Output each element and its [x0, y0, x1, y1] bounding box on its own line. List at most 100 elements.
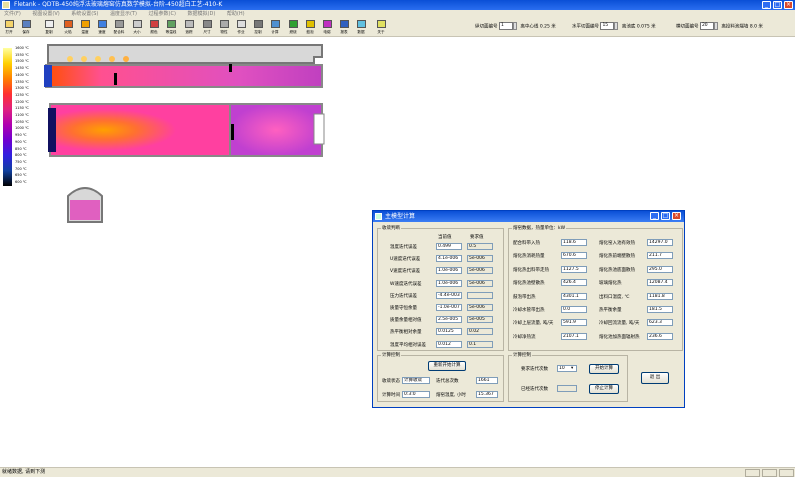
heat-right-value: 236.6	[647, 332, 673, 340]
required-iterations-select[interactable]: 10	[557, 365, 577, 372]
toolbar-property-button[interactable]: 物性	[217, 20, 231, 36]
exit-button[interactable]: 退 出	[641, 372, 669, 384]
toolbar-color-button[interactable]: 颜色	[147, 20, 161, 36]
chevron-down-icon[interactable]: ▾	[571, 366, 573, 371]
convergence-target-value: 5e-006	[467, 279, 493, 287]
toolbar-electric-button[interactable]: 电熔	[320, 20, 334, 36]
toolbar-about-button[interactable]: 关于	[374, 20, 388, 36]
toolbar-job-button[interactable]: 作业	[234, 20, 248, 36]
control-group-label: 计算控制	[512, 352, 532, 358]
toolbar-trace-button[interactable]: 追踪	[182, 20, 196, 36]
toolbar-bubbling-button[interactable]: 鼓泡	[303, 20, 317, 36]
toolbar-temperature-button[interactable]: 温度	[78, 20, 92, 36]
convergence-current-value: 0.012	[436, 340, 462, 348]
horizontal-spin-arrows[interactable]	[614, 22, 619, 30]
menu-temperature[interactable]: 温度显示(T)	[110, 11, 137, 17]
combustion-icon	[288, 20, 298, 28]
convergence-target-value: 5e-005	[467, 316, 493, 324]
equiv-time-value: 15.367	[476, 391, 498, 398]
cross-controls: 横切面编号 20 离投料池端墙 8.0 米	[676, 22, 763, 33]
convergence-row-label: 质量守恒余量	[390, 306, 417, 311]
convergence-row-label: W速度迭代误差	[390, 281, 422, 287]
start-calc-button[interactable]: 开始计算	[589, 364, 619, 374]
legend-tick: 1550 ℃	[15, 52, 29, 57]
menu-process[interactable]: 过程参数(C)	[149, 11, 176, 17]
heat-left-label: 熔化热出料带走热	[513, 267, 549, 273]
restart-button[interactable]: 重新开始计算	[428, 361, 466, 371]
convergence-current-value: 1.0e-006	[436, 279, 462, 287]
toolbar-save-button[interactable]: 保存	[19, 20, 33, 36]
heat-right-label: 熔化窑入池有效热	[599, 241, 635, 246]
about-icon	[376, 20, 386, 28]
done-iterations-value	[557, 385, 577, 392]
heat-left-value: 1127.5	[561, 265, 587, 273]
window-title-bar: Fletank - QDTB-450纯浮法玻璃熔窑仿真数学模拟-台阶-450超白…	[0, 0, 795, 10]
menu-help[interactable]: 帮助(H)	[227, 11, 245, 17]
dialog-close-button[interactable]: ×	[672, 212, 681, 220]
stop-calc-button[interactable]: 停止计算	[589, 384, 619, 394]
heat-left-value: 426.4	[561, 279, 587, 287]
heat-left-label: 鼓泡带出热	[513, 294, 536, 300]
convergence-row-label: 温度迭代误差	[390, 245, 417, 250]
dialog-minimize-button[interactable]: _	[650, 212, 659, 220]
bubbling-icon	[305, 20, 315, 28]
calc-group: 计算控制 重新开始计算 收敛状态 计算收敛 迭代总次数 1661 计算时间 0:…	[377, 352, 504, 402]
legend-tick: 950 ℃	[15, 133, 27, 138]
heat-left-value: 4301.1	[561, 292, 587, 300]
toolbar-dimension-button[interactable]: 尺寸	[200, 20, 214, 36]
cross-number-input[interactable]: 20	[699, 22, 714, 30]
status-cell-3	[779, 469, 794, 477]
legend-tick: 1150 ℃	[15, 106, 29, 111]
toolbar-isotherm-button[interactable]: 等温线	[164, 20, 178, 36]
menu-view[interactable]: 视图设置(V)	[32, 11, 59, 17]
time-value: 0:3:0	[402, 391, 430, 398]
toolbar-data-button[interactable]: 数据	[354, 20, 368, 36]
toolbar-open-button[interactable]: 打开	[2, 20, 16, 36]
maximize-button[interactable]: □	[773, 1, 782, 9]
section-number-input[interactable]: 1	[498, 22, 513, 30]
toolbar-flame-button[interactable]: 火焰	[61, 20, 75, 36]
heat-left-value: 118.6	[561, 239, 587, 246]
heat-left-label: 熔化热消耗热量	[513, 254, 545, 260]
from-value: 8.0 米	[749, 24, 763, 30]
convergence-row-label: 质量余量相对值	[390, 318, 422, 324]
toolbar-control-button[interactable]: 控制	[251, 20, 265, 36]
menu-simulation[interactable]: 数据模拟(D)	[188, 11, 216, 17]
minimize-button[interactable]: _	[762, 1, 771, 9]
heat-left-value: 0.0	[561, 306, 587, 313]
heat-left-label: 熔化热池壁散热	[513, 281, 545, 287]
batch-icon	[114, 20, 124, 28]
horizontal-number-input[interactable]: 15	[600, 22, 615, 30]
window-title: Fletank - QDTB-450纯浮法玻璃熔窑仿真数学模拟-台阶-450超白…	[14, 1, 223, 8]
toolbar-combustion-button[interactable]: 燃烧	[286, 20, 300, 36]
toolbar-velocity-button[interactable]: 速度	[95, 20, 109, 36]
close-button[interactable]: ×	[784, 1, 793, 9]
menu-system[interactable]: 系统设置(S)	[71, 11, 98, 17]
cross-spin-arrows[interactable]	[713, 22, 718, 30]
menu-file[interactable]: 文件(F)	[4, 11, 21, 17]
toolbar-copy-button[interactable]: 复制	[42, 20, 56, 36]
convergence-group: 收敛判断 当前值 要求值 温度迭代误差 0.499 0.5 U速度迭代误差 4.1e-0…	[377, 225, 504, 351]
convergence-row-label: 温度平均相对误差	[390, 342, 426, 348]
heat-group: 熔窑数据，热量单位：kW 配合料带入热 118.6 熔化热消耗热量 670.6 熔化热出…	[508, 225, 683, 351]
equiv-time-label: 熔窑温度, 小时	[436, 393, 466, 398]
toolbar-batch-button[interactable]: 配合料	[112, 20, 126, 36]
convergence-target-value: 5e-006	[467, 255, 493, 263]
section-spin-arrows[interactable]	[512, 22, 517, 30]
convergence-row-label: 热平衡相对余量	[390, 330, 422, 336]
toolbar-size-button[interactable]: 大小	[130, 20, 144, 36]
control-group: 计算控制 要求迭代次数 10 ▾ 已经迭代次数 开始计算 停止计算	[508, 352, 628, 402]
legend-tick: 1400 ℃	[15, 72, 29, 77]
copy-icon	[44, 20, 54, 28]
flame-icon	[63, 20, 73, 28]
convergence-current-value: 0.0125	[436, 328, 462, 336]
toolbar-calculate-button[interactable]: 计算	[268, 20, 282, 36]
horizontal-label: 水平切面编号	[572, 24, 599, 30]
toolbar-report-button[interactable]: 报表	[337, 20, 351, 36]
status-cell-2	[762, 469, 777, 477]
dialog-maximize-button[interactable]: □	[661, 212, 670, 220]
heat-right-label: 玻璃熔化热	[599, 281, 622, 287]
convergence-target-value	[467, 291, 493, 299]
convergence-current-value: 1.0e-006	[436, 267, 462, 275]
heat-left-value: 670.6	[561, 252, 587, 260]
